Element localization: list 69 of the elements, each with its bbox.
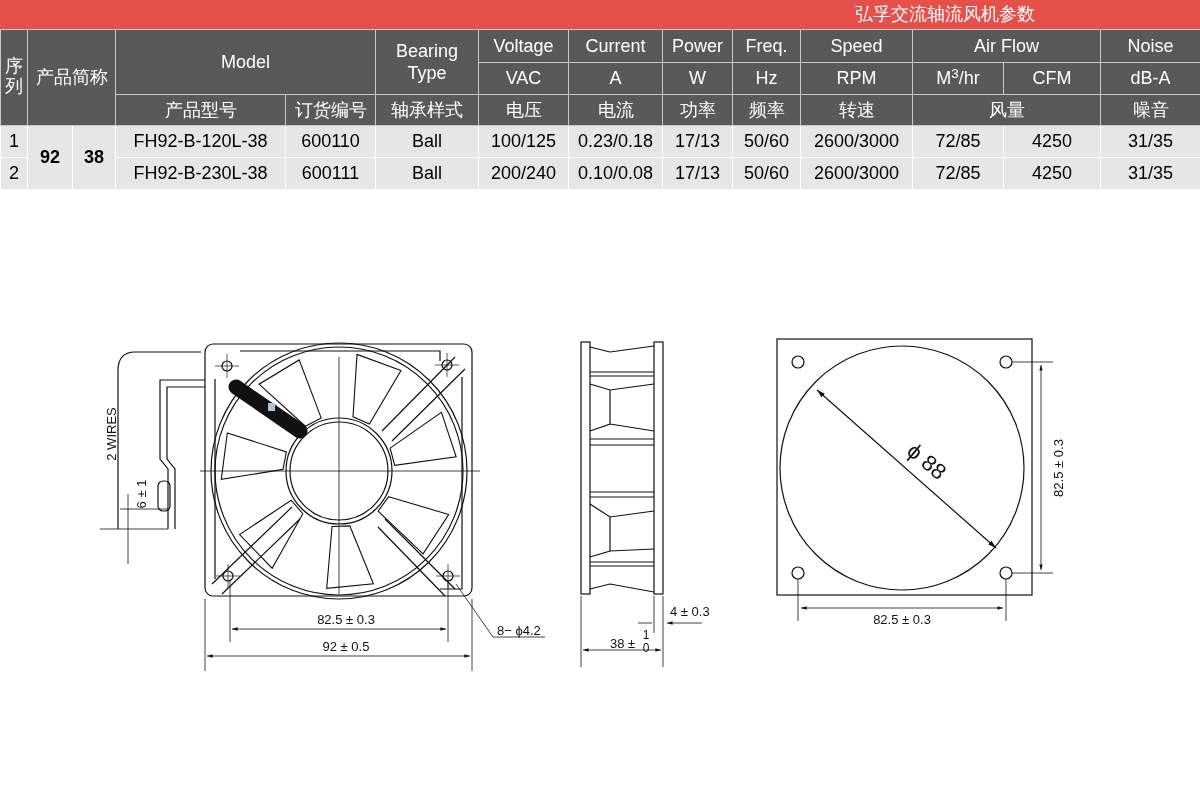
column-header: Hz (732, 62, 801, 95)
table-cell: FH92-B-230L-38 (115, 157, 286, 190)
column-header: W (662, 62, 733, 95)
table-cell: 0.23/0.18 (568, 125, 663, 158)
table-cell: 17/13 (662, 125, 733, 158)
column-header: Model (115, 29, 376, 95)
table-cell: 72/85 (912, 157, 1004, 190)
table-cell: 50/60 (732, 157, 801, 190)
column-header: Speed (800, 29, 913, 63)
table-cell: 0.10/0.08 (568, 157, 663, 190)
column-header: 频率 (732, 94, 801, 126)
table-cell: 2600/3000 (800, 157, 913, 190)
column-header: Power (662, 29, 733, 63)
dimension-label: 92 ± 0.5 (322, 639, 370, 654)
column-header: M$^{3}$/hr (912, 62, 1004, 95)
column-header: 功率 (662, 94, 733, 126)
column-header: 转速 (800, 94, 913, 126)
column-header: VAC (478, 62, 569, 95)
table-cell: 31/35 (1100, 157, 1200, 190)
table-cell: 92 (27, 125, 73, 190)
table-cell: 2 (0, 157, 28, 190)
table-cell: FH92-B-120L-38 (115, 125, 286, 158)
dimension-label: 82.5 ± 0.3 (317, 612, 375, 627)
column-header: Air Flow (912, 29, 1101, 63)
table-cell: 200/240 (478, 157, 569, 190)
column-header: dB-A (1100, 62, 1200, 95)
column-header: 电流 (568, 94, 663, 126)
dimension-label: 1 (642, 628, 650, 642)
table-cell: 600110 (285, 125, 376, 158)
table-cell: 17/13 (662, 157, 733, 190)
column-header: Current (568, 29, 663, 63)
table-cell: 4250 (1003, 125, 1101, 158)
table-cell: 31/35 (1100, 125, 1200, 158)
table-cell: 50/60 (732, 125, 801, 158)
column-header: 订货编号 (285, 94, 376, 126)
table-cell: Ball (375, 125, 479, 158)
column-header: Freq. (732, 29, 801, 63)
column-header: Noise (1100, 29, 1200, 63)
table-cell: 72/85 (912, 125, 1004, 158)
table-title: 弘孚交流轴流风机参数 (855, 3, 1035, 26)
table-cell: 2600/3000 (800, 125, 913, 158)
table-cell: 100/125 (478, 125, 569, 158)
dimension-label: 8− ϕ4.2 (497, 623, 541, 638)
column-header: 电压 (478, 94, 569, 126)
dimension-label: 38 ± (610, 636, 636, 651)
column-header: Bearing Type (375, 29, 479, 95)
dimension-label: ϕ 88 (902, 437, 952, 485)
dimension-label: 6 ± 1 (134, 479, 149, 509)
dimension-label: 0 (642, 641, 650, 655)
dimension-label: 82.5 ± 0.3 (1051, 439, 1066, 497)
dimension-label: 4 ± 0.3 (670, 604, 710, 619)
table-cell: 600111 (285, 157, 376, 190)
table-cell: Ball (375, 157, 479, 190)
column-header: 产品型号 (115, 94, 286, 126)
column-header: 轴承样式 (375, 94, 479, 126)
column-header: CFM (1003, 62, 1101, 95)
label-patch-icon (268, 403, 275, 411)
table-cell: 4250 (1003, 157, 1101, 190)
column-header: 产品简称 (27, 29, 116, 126)
table-cell: 38 (72, 125, 116, 190)
column-header: Voltage (478, 29, 569, 63)
column-header: RPM (800, 62, 913, 95)
dimension-label: 82.5 ± 0.3 (873, 612, 931, 627)
column-header: 噪音 (1100, 94, 1200, 126)
dimension-label: 2 WIRES (104, 407, 119, 461)
column-header: A (568, 62, 663, 95)
column-header: 序列 (0, 29, 28, 126)
column-header: 风量 (912, 94, 1101, 126)
table-cell: 1 (0, 125, 28, 158)
